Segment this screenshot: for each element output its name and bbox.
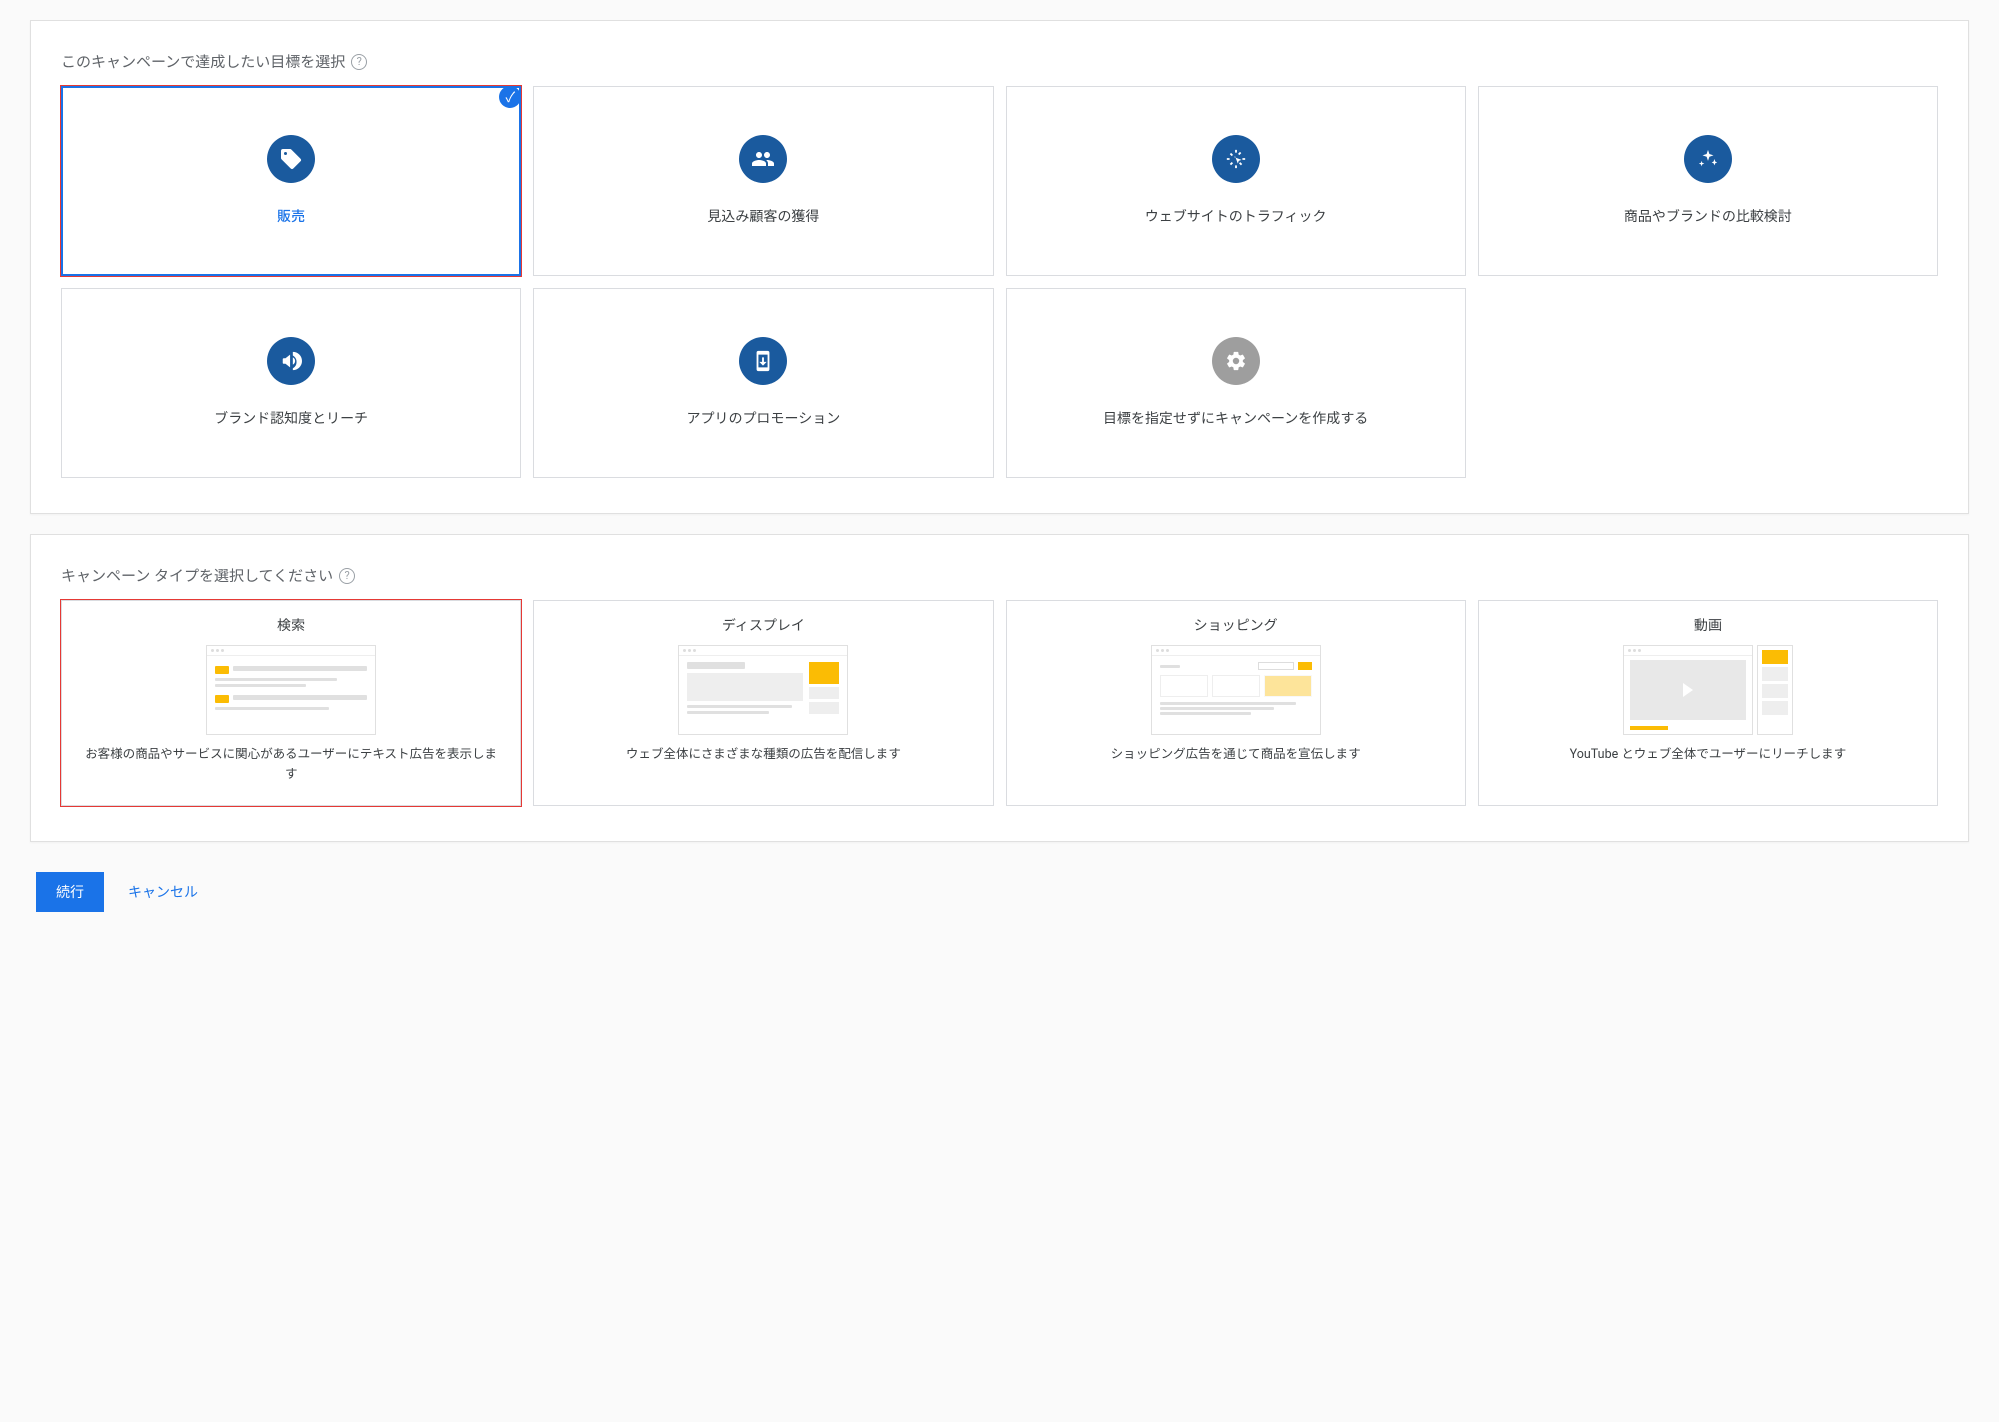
gear-icon <box>1212 337 1260 385</box>
goal-label: ブランド認知度とリーチ <box>214 409 368 430</box>
type-desc: ショッピング広告を通じて商品を宣伝します <box>1025 745 1447 765</box>
type-desc: YouTube とウェブ全体でユーザーにリーチします <box>1497 745 1919 765</box>
type-title: 動画 <box>1497 615 1919 635</box>
shopping-thumb-icon <box>1151 645 1321 735</box>
type-panel-title: キャンペーン タイプを選択してください ? <box>61 565 1938 586</box>
goal-card-no-goal[interactable]: 目標を指定せずにキャンペーンを作成する <box>1006 288 1466 478</box>
goal-grid: ✓ 販売 見込み顧客の獲得 ウェブサイトのトラフィック 商品やブランドの比較検討 <box>61 86 1938 478</box>
goal-card-app[interactable]: アプリのプロモーション <box>533 288 993 478</box>
goal-label: 商品やブランドの比較検討 <box>1624 207 1792 228</box>
action-row: 続行 キャンセル <box>30 862 1969 922</box>
goal-card-consideration[interactable]: 商品やブランドの比較検討 <box>1478 86 1938 276</box>
goal-panel-title: このキャンペーンで達成したい目標を選択 ? <box>61 51 1938 72</box>
goal-label: 目標を指定せずにキャンペーンを作成する <box>1103 409 1368 430</box>
continue-button[interactable]: 続行 <box>36 872 104 912</box>
goal-panel: このキャンペーンで達成したい目標を選択 ? ✓ 販売 見込み顧客の獲得 ウェブサ… <box>30 20 1969 514</box>
type-card-search[interactable]: 検索 お客様の商品やサービスに関心があるユーザーにテキスト広告を表示します <box>61 600 521 806</box>
goal-card-awareness[interactable]: ブランド認知度とリーチ <box>61 288 521 478</box>
cursor-icon <box>1212 135 1260 183</box>
type-desc: お客様の商品やサービスに関心があるユーザーにテキスト広告を表示します <box>80 745 502 785</box>
type-card-video[interactable]: 動画 YouTube とウェブ全体でユーザーにリーチします <box>1478 600 1938 806</box>
sparkle-icon <box>1684 135 1732 183</box>
tag-icon <box>267 135 315 183</box>
goal-card-leads[interactable]: 見込み顧客の獲得 <box>533 86 993 276</box>
goal-label: アプリのプロモーション <box>687 409 841 430</box>
search-thumb-icon <box>206 645 376 735</box>
goal-panel-title-text: このキャンペーンで達成したい目標を選択 <box>61 51 345 72</box>
video-thumb-icon <box>1623 645 1793 735</box>
type-title: ディスプレイ <box>552 615 974 635</box>
type-panel-title-text: キャンペーン タイプを選択してください <box>61 565 333 586</box>
people-icon <box>739 135 787 183</box>
type-card-shopping[interactable]: ショッピング <box>1006 600 1466 806</box>
help-icon[interactable]: ? <box>351 54 367 70</box>
goal-label: 見込み顧客の獲得 <box>707 207 819 228</box>
help-icon[interactable]: ? <box>339 568 355 584</box>
goal-label: 販売 <box>277 207 305 228</box>
type-grid: 検索 お客様の商品やサービスに関心があるユーザーにテキスト広告を表示します ディ… <box>61 600 1938 806</box>
app-download-icon <box>739 337 787 385</box>
type-title: 検索 <box>80 615 502 635</box>
display-thumb-icon <box>678 645 848 735</box>
type-title: ショッピング <box>1025 615 1447 635</box>
goal-label: ウェブサイトのトラフィック <box>1145 207 1327 228</box>
goal-card-traffic[interactable]: ウェブサイトのトラフィック <box>1006 86 1466 276</box>
type-card-display[interactable]: ディスプレイ ウェブ全体にさまざまな <box>533 600 993 806</box>
cancel-button[interactable]: キャンセル <box>128 882 198 902</box>
goal-card-sales[interactable]: ✓ 販売 <box>61 86 521 276</box>
type-desc: ウェブ全体にさまざまな種類の広告を配信します <box>552 745 974 765</box>
check-icon: ✓ <box>499 86 521 108</box>
type-panel: キャンペーン タイプを選択してください ? 検索 お客様の商品やサービスに関心が… <box>30 534 1969 842</box>
megaphone-icon <box>267 337 315 385</box>
